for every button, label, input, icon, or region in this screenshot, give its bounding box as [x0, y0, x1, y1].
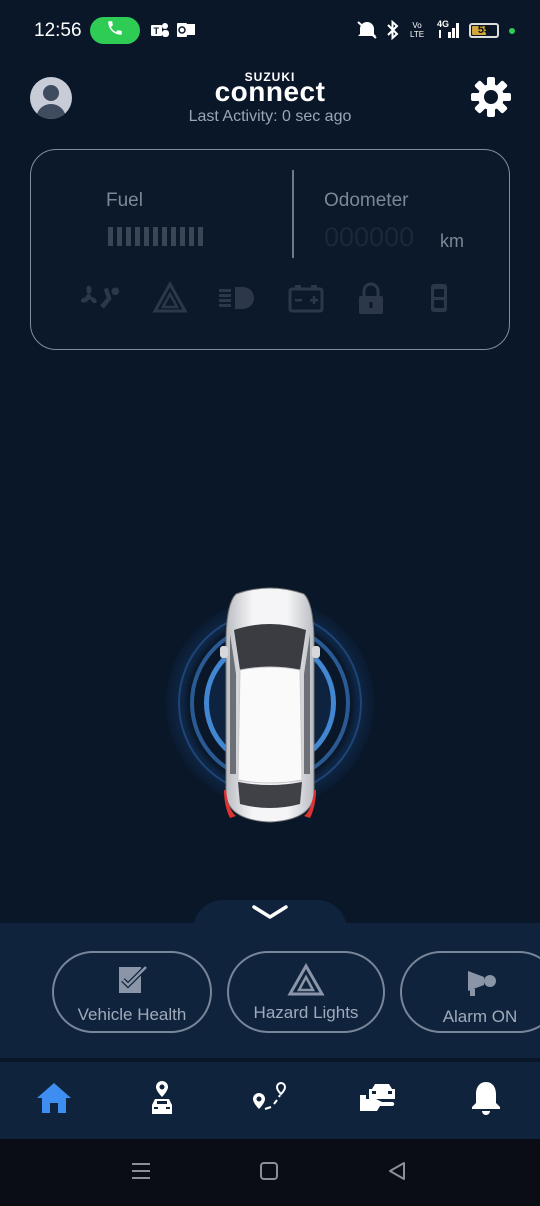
nav-service[interactable]: [324, 1062, 432, 1139]
fuel-label: Fuel: [106, 190, 143, 211]
battery-level: 55: [477, 24, 491, 36]
vehicle-health-label: Vehicle Health: [77, 1005, 187, 1024]
hazard-icon: [287, 962, 325, 1002]
recent-apps-button[interactable]: [130, 1161, 152, 1185]
hazard-icon: [148, 280, 192, 316]
home-system-button[interactable]: [258, 1161, 280, 1185]
nav-trips[interactable]: [216, 1062, 324, 1139]
fuel-bar-segment: [135, 227, 140, 246]
home-icon: [35, 1081, 73, 1120]
service-icon: [358, 1081, 398, 1120]
vehicle-view: [160, 580, 380, 830]
outlook-icon: [176, 20, 196, 40]
fuel-bar-segment: [117, 227, 122, 246]
app-header: SUZUKI connect Last Activity: 0 sec ago: [0, 62, 540, 142]
door-icon: [417, 280, 461, 316]
menu-lines-icon: [131, 1162, 151, 1185]
nav-home[interactable]: [0, 1062, 108, 1139]
nav-car-location[interactable]: [108, 1062, 216, 1139]
bell-icon: [470, 1080, 502, 1121]
lock-icon: [349, 280, 393, 316]
network-type-label: 4G: [437, 19, 450, 29]
svg-text:T: T: [154, 26, 160, 36]
privacy-indicator-dot: [509, 28, 515, 34]
fuel-bar-segment: [198, 227, 203, 246]
route-icon: [251, 1081, 289, 1120]
alarm-on-label: Alarm ON: [442, 1007, 518, 1026]
teams-icon: T: [150, 20, 170, 40]
headlight-icon: [215, 280, 259, 316]
vehicle-status-card: Fuel Odometer 000000 km: [30, 149, 510, 350]
ongoing-call-indicator[interactable]: [90, 17, 140, 44]
volte-label: Vo LTE: [409, 21, 425, 39]
status-bar: 12:56 T Vo LTE 4G 55: [0, 0, 540, 62]
alarm-horn-icon: [464, 963, 500, 1002]
hazard-lights-label: Hazard Lights: [253, 1003, 359, 1022]
quick-actions-panel: Vehicle Health Hazard Lights Alarm ON: [0, 923, 540, 1058]
vehicle-health-button[interactable]: Vehicle Health: [52, 951, 212, 1033]
volte-icon: Vo LTE: [410, 20, 424, 40]
alarm-on-button[interactable]: Alarm ON: [400, 951, 540, 1033]
vehicle-health-icon: [113, 963, 151, 1002]
back-button[interactable]: [386, 1161, 408, 1185]
battery-icon: 55: [469, 23, 499, 38]
gear-icon: [470, 77, 512, 122]
fuel-bar-segment: [180, 227, 185, 246]
mute-icon: [356, 20, 378, 40]
fuel-bar-segment: [126, 227, 131, 246]
status-time: 12:56: [34, 20, 82, 41]
nav-alerts[interactable]: [432, 1062, 540, 1139]
bluetooth-icon: [386, 20, 400, 40]
odometer-value: 000000: [324, 222, 415, 252]
settings-button[interactable]: [470, 76, 512, 118]
ac-icon: [79, 280, 123, 316]
hazard-lights-button[interactable]: Hazard Lights: [227, 951, 385, 1033]
fuel-bar-segment: [108, 227, 113, 246]
car-location-icon: [147, 1079, 177, 1122]
odometer-unit: km: [440, 231, 464, 251]
brand-connect: connect: [214, 76, 326, 107]
fuel-bar-segment: [162, 227, 167, 246]
battery-icon: [284, 280, 328, 316]
back-triangle-icon: [387, 1161, 407, 1186]
square-icon: [259, 1161, 279, 1186]
fuel-bar-segment: [144, 227, 149, 246]
fuel-bar-segment: [153, 227, 158, 246]
bottom-navigation: [0, 1062, 540, 1139]
fuel-bar-segment: [171, 227, 176, 246]
last-activity-text: Last Activity: 0 sec ago: [188, 108, 352, 125]
system-navigation-bar: [0, 1139, 540, 1206]
call-icon: [106, 19, 124, 42]
card-divider: [292, 170, 294, 258]
fuel-bar-segment: [189, 227, 194, 246]
odometer-label: Odometer: [324, 190, 409, 211]
fuel-gauge: [108, 227, 203, 246]
